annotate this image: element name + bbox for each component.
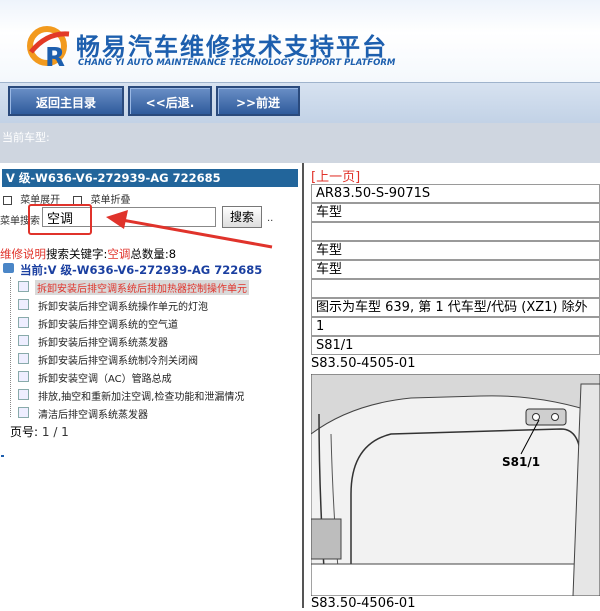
folder-icon	[3, 263, 14, 273]
keyword-label: 搜索关键字:	[46, 247, 108, 261]
forward-button[interactable]: >>前进	[216, 86, 300, 116]
svg-text:R: R	[45, 43, 65, 70]
tree-item[interactable]: 拆卸安装空调（AC）管路总成	[38, 370, 172, 385]
doc-icon	[18, 353, 29, 364]
tree-item[interactable]: 拆卸安装后排空调系统蒸发器	[38, 334, 168, 349]
doc-row: 车型	[311, 260, 600, 279]
doc-row: AR83.50-S-9071S	[311, 184, 600, 203]
link-marker	[1, 455, 4, 457]
toolbar: 返回主目录 <<后退. >>前进	[0, 82, 600, 123]
tree-line	[10, 277, 12, 417]
doc-row: 1	[311, 317, 600, 336]
doc-row	[311, 222, 600, 241]
content-panel: [上一页] AR83.50-S-9071S 车型 车型 车型 图示为车型 639…	[311, 163, 600, 611]
home-button[interactable]: 返回主目录	[8, 86, 124, 116]
page-value[interactable]: 1 / 1	[42, 425, 69, 439]
menu-panel: V 级-W636-V6-272939-AG 722685 菜单展开 菜单折叠 菜…	[0, 163, 304, 608]
vehicle-header: V 级-W636-V6-272939-AG 722685	[2, 169, 298, 187]
doc-icon	[18, 281, 29, 292]
site-subtitle: CHANG YI AUTO MAINTENANCE TECHNOLOGY SUP…	[78, 58, 396, 68]
figure-caption-2: S83.50-4506-01	[311, 596, 416, 611]
result-prefix: 维修说明	[0, 247, 46, 261]
back-button[interactable]: <<后退.	[128, 86, 212, 116]
doc-icon	[18, 317, 29, 328]
annotation-arrow	[106, 210, 273, 249]
keyword-value: 空调	[107, 247, 131, 261]
search-result: 维修说明搜索关键字:空调总数量:8	[0, 246, 176, 262]
current-car-bar: 当前车型:	[0, 123, 600, 163]
tree-item[interactable]: 拆卸安装后排空调系统制冷剂关闭阀	[38, 352, 198, 367]
tree-item[interactable]: 拆卸安装后排空调系统操作单元的灯泡	[38, 298, 208, 313]
site-title: 畅易汽车维修技术支持平台	[76, 33, 388, 61]
figure-caption: S83.50-4505-01	[311, 356, 416, 371]
doc-icon	[18, 389, 29, 400]
prev-page-link[interactable]: [上一页]	[311, 166, 360, 185]
current-node[interactable]: 当前:V 级-W636-V6-272939-AG 722685	[20, 262, 262, 278]
doc-row: S81/1	[311, 336, 600, 355]
tree-item[interactable]: 清洁后排空调系统蒸发器	[38, 406, 148, 421]
doc-row: 图示为车型 639, 第 1 代车型/代码 (XZ1) 除外	[311, 298, 600, 317]
doc-icon	[18, 371, 29, 382]
search-highlight-box	[28, 204, 92, 235]
doc-row	[311, 279, 600, 298]
total-label: 总数量:	[130, 247, 169, 261]
page-label: 页号:	[10, 425, 39, 439]
doc-row: 车型	[311, 241, 600, 260]
doc-icon	[18, 299, 29, 310]
total-count: 8	[168, 247, 177, 261]
logo-icon: R	[27, 26, 70, 70]
site-header: R 畅易汽车维修技术支持平台 CHANG YI AUTO MAINTENANCE…	[0, 0, 600, 82]
pagination: 页号: 1 / 1	[10, 423, 69, 440]
current-car-label: 当前车型:	[2, 131, 50, 144]
tree-item[interactable]: 排放,抽空和重新加注空调,检查功能和泄漏情况	[38, 388, 244, 403]
doc-row: 车型	[311, 203, 600, 222]
doc-icon	[18, 407, 29, 418]
menu-collapse[interactable]: 菜单折叠	[91, 195, 131, 206]
doc-icon	[18, 335, 29, 346]
figure-label: S81/1	[502, 455, 541, 469]
tree-item-selected[interactable]: 拆卸安装后排空调系统后排加热器控制操作单元	[35, 280, 249, 295]
expand-icon[interactable]	[3, 195, 12, 205]
tree-item[interactable]: 拆卸安装后排空调系统的空气道	[38, 316, 178, 331]
component-figure	[311, 374, 600, 596]
